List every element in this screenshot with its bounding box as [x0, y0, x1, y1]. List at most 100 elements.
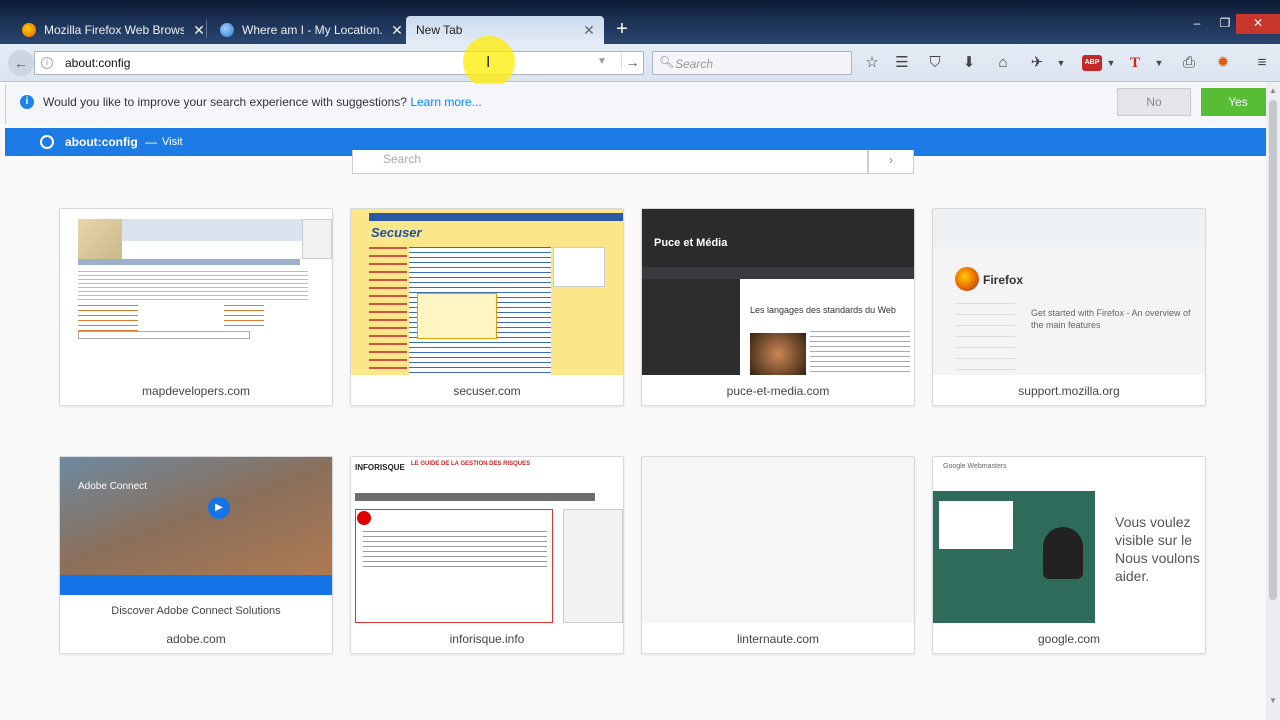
autocomplete-action: Visit	[162, 136, 183, 148]
adobe-hero-image	[60, 457, 332, 577]
tile-support-mozilla[interactable]: Firefox Get started with Firefox - An ov…	[932, 208, 1206, 406]
tile-thumbnail: Adobe Connect ▶ Discover Adobe Connect S…	[60, 457, 332, 623]
newtab-search-input[interactable]: Search	[352, 150, 868, 174]
suggestions-message: Would you like to improve your search ex…	[43, 95, 482, 109]
tile-mapdevelopers[interactable]: mapdevelopers.com	[59, 208, 333, 406]
tile-inforisque[interactable]: INFORISQUE LE GUIDE DE LA GESTION DES RI…	[350, 456, 624, 654]
adblock-icon[interactable]: ABP	[1082, 55, 1102, 71]
chevron-down-icon[interactable]: ▼	[1052, 54, 1070, 72]
dropdown-arrow-icon[interactable]: ▼	[597, 56, 607, 67]
firefox-brand: Firefox	[983, 273, 1024, 287]
scroll-down-icon[interactable]: ▼	[1269, 696, 1277, 705]
autocomplete-separator: —	[145, 135, 157, 149]
minimize-button[interactable]: –	[1182, 14, 1212, 34]
go-arrow-icon[interactable]: →	[621, 54, 643, 70]
window-close-button[interactable]: ✕	[1236, 14, 1280, 34]
menu-icon[interactable]: ≡	[1253, 54, 1271, 72]
extension-icon[interactable]: ✈	[1028, 54, 1046, 72]
tile-label: adobe.com	[166, 632, 226, 646]
chevron-down-icon[interactable]: ▼	[1102, 54, 1120, 72]
firefox-favicon-icon	[22, 23, 36, 37]
scrollbar-thumb[interactable]	[1269, 100, 1277, 600]
thumb-list	[224, 305, 264, 329]
thumb-header	[122, 219, 302, 241]
adobe-caption: Discover Adobe Connect Solutions	[111, 605, 281, 617]
search-suggestions-prompt: i Would you like to improve your search …	[5, 84, 1275, 124]
newtab-search-button[interactable]: ›	[868, 150, 914, 174]
tile-google[interactable]: Google Webmasters Vous voulez visible su…	[932, 456, 1206, 654]
tab-new-tab[interactable]: New Tab ✕	[406, 16, 604, 44]
vertical-scrollbar[interactable]: ▲ ▼	[1266, 82, 1280, 720]
thumb-input	[78, 331, 250, 339]
warning-icon	[357, 511, 371, 525]
search-placeholder: Search	[675, 57, 714, 71]
learn-more-link[interactable]: Learn more...	[410, 95, 481, 109]
chevron-down-icon[interactable]: ▼	[1150, 54, 1168, 72]
yes-button[interactable]: Yes	[1201, 88, 1275, 116]
tab-title: Mozilla Firefox Web Brows...	[44, 23, 184, 37]
scroll-up-icon[interactable]: ▲	[1269, 86, 1277, 95]
close-icon[interactable]: ✕	[582, 22, 596, 39]
text-cursor-icon: I	[486, 54, 491, 71]
new-tab-button[interactable]: +	[612, 18, 632, 42]
no-button[interactable]: No	[1117, 88, 1191, 116]
firebug-icon[interactable]: ✹	[1214, 54, 1232, 72]
close-icon[interactable]: ✕	[192, 22, 206, 39]
thumb-text	[78, 271, 308, 301]
tile-linternaute[interactable]: linternaute.com	[641, 456, 915, 654]
thumb-text	[810, 331, 910, 375]
tile-label: support.mozilla.org	[1018, 384, 1120, 398]
thumb-sidebar	[642, 279, 740, 375]
pocket-icon[interactable]: ⛉	[926, 54, 944, 72]
tile-adobe[interactable]: Adobe Connect ▶ Discover Adobe Connect S…	[59, 456, 333, 654]
tile-label: secuser.com	[453, 384, 521, 398]
search-icon: 🔍︎	[659, 55, 675, 69]
thumb-nav	[369, 213, 623, 221]
google-headline: Vous voulez visible sur le Nous voulons …	[1115, 514, 1200, 584]
thumb-nav	[78, 259, 300, 265]
thumb-nav	[642, 267, 914, 279]
newtab-search-placeholder: Search	[383, 152, 422, 166]
print-icon[interactable]: ⎙	[1180, 54, 1198, 72]
google-brand: Google Webmasters	[943, 463, 1007, 470]
download-icon[interactable]: ⬇	[960, 54, 978, 72]
close-icon[interactable]: ✕	[390, 22, 404, 39]
thumb-screen	[939, 501, 1013, 549]
back-icon: ←	[14, 55, 28, 71]
puce-headline: Les langages des standards du Web	[750, 305, 896, 315]
tile-label: mapdevelopers.com	[141, 384, 251, 398]
globe-icon	[40, 135, 54, 149]
tab-where-am-i[interactable]: Where am I - My Location... ✕	[212, 16, 412, 44]
thumb-promo	[417, 293, 497, 339]
thumb-login	[302, 219, 332, 259]
tile-thumbnail: Puce et Média Les langages des standards…	[642, 209, 914, 375]
bookmark-star-icon[interactable]: ☆	[863, 54, 881, 72]
person-illustration	[1043, 527, 1083, 579]
suggestions-question: Would you like to improve your search ex…	[43, 95, 407, 109]
tile-thumbnail: Google Webmasters Vous voulez visible su…	[933, 457, 1205, 623]
tile-label: inforisque.info	[449, 632, 525, 646]
font-icon[interactable]: T	[1126, 54, 1144, 72]
adobe-brand: Adobe Connect	[78, 481, 147, 492]
globe-favicon-icon	[220, 23, 234, 37]
tile-secuser[interactable]: Secuser secuser.com	[350, 208, 624, 406]
back-button[interactable]: ←	[8, 50, 34, 76]
thumb-menu	[369, 247, 407, 375]
info-icon: i	[20, 95, 34, 109]
url-bar[interactable]: i about:config ▼ →	[34, 51, 644, 75]
map-image	[78, 219, 122, 259]
tile-puce-et-media[interactable]: Puce et Média Les langages des standards…	[641, 208, 915, 406]
play-icon: ▶	[208, 497, 230, 519]
tab-mozilla[interactable]: Mozilla Firefox Web Brows... ✕	[14, 16, 214, 44]
tab-title: New Tab	[416, 23, 463, 37]
inforisque-heading: LE GUIDE DE LA GESTION DES RISQUES	[411, 461, 531, 467]
thumb-nav	[355, 493, 595, 501]
info-icon[interactable]: i	[41, 57, 53, 69]
secuser-logo: Secuser	[371, 225, 422, 240]
home-icon[interactable]: ⌂	[994, 54, 1012, 72]
navigation-toolbar: ← i about:config ▼ → 🔍︎ Search ☆ ☰ ⛉ ⬇ ⌂…	[0, 44, 1280, 82]
search-bar[interactable]: 🔍︎ Search	[652, 51, 852, 75]
url-text[interactable]: about:config	[65, 56, 130, 70]
thumb-menu	[955, 303, 1015, 375]
reading-list-icon[interactable]: ☰	[893, 54, 911, 72]
